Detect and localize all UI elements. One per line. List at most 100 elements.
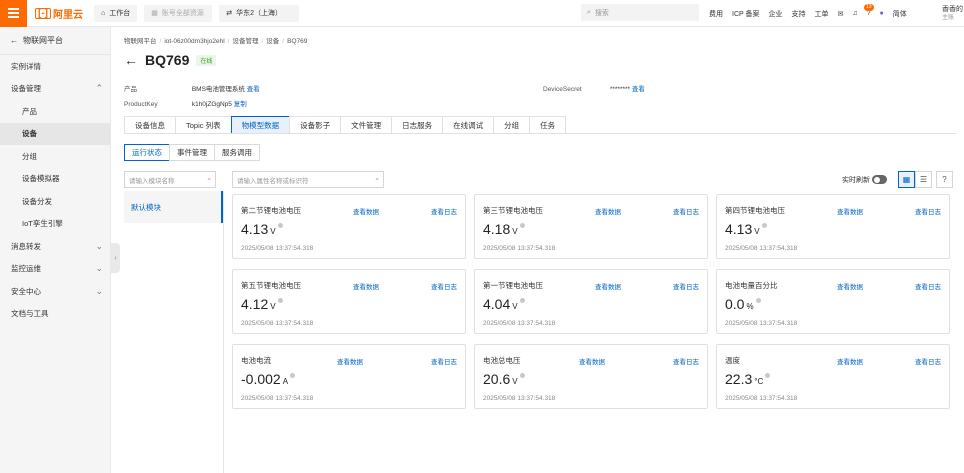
bell-icon[interactable]: ♫	[852, 10, 857, 17]
sidebar-collapse-handle[interactable]: ‹	[111, 243, 120, 273]
property-value: 4.12	[241, 296, 269, 312]
list-view-icon[interactable]: ☰	[915, 171, 932, 188]
sidebar-item[interactable]: 设备	[0, 122, 110, 145]
view-data-link[interactable]: 查看数据	[353, 281, 379, 291]
sidebar-item[interactable]: 设备分发	[0, 190, 110, 213]
subtab-item[interactable]: 服务调用	[214, 144, 260, 161]
sidebar-item[interactable]: 消息转发 ⌄	[0, 235, 110, 258]
view-log-link[interactable]: 查看日志	[673, 356, 699, 366]
tab-item[interactable]: 文件管理	[340, 116, 393, 133]
ticket-link[interactable]: 工单	[815, 9, 829, 19]
sidebar-back[interactable]: ← 物联网平台	[0, 27, 110, 55]
info-icon[interactable]	[519, 373, 525, 378]
info-icon[interactable]	[755, 298, 761, 303]
module-item-default[interactable]: 默认模块	[124, 191, 223, 223]
user-menu[interactable]: 香香的 主账	[942, 5, 963, 23]
secret-view-link[interactable]: 查看	[632, 86, 645, 93]
subtab-item[interactable]: 事件管理	[169, 144, 215, 161]
info-icon[interactable]	[519, 298, 525, 303]
breadcrumb-item[interactable]: 设备	[266, 38, 279, 45]
view-log-link[interactable]: 查看日志	[431, 281, 457, 291]
property-name: 电池电流	[241, 356, 271, 365]
message-icon[interactable]: ✉	[838, 10, 844, 18]
region-selector[interactable]: ⇄ 华东2（上海）	[219, 4, 300, 22]
module-item-label: 默认模块	[131, 202, 161, 212]
sidebar-item[interactable]: 设备管理 ⌃	[0, 78, 110, 101]
resources-selector[interactable]: ▦ 账号全部资源	[144, 4, 213, 22]
view-log-link[interactable]: 查看日志	[915, 206, 941, 216]
view-log-link[interactable]: 查看日志	[431, 206, 457, 216]
subtab-item[interactable]: 运行状态	[124, 144, 170, 161]
sidebar-item-label: 监控运维	[11, 264, 41, 274]
tab-item[interactable]: 设备影子	[289, 116, 342, 133]
sidebar-item[interactable]: IoT孪生引擎	[0, 213, 110, 236]
aliyun-logo[interactable]: [-] 阿里云	[35, 6, 87, 21]
tab-item[interactable]: 物模型数据	[230, 116, 291, 133]
sidebar-item[interactable]: 实例详情	[0, 55, 110, 78]
chevron-down-icon: ⌄	[95, 240, 103, 251]
view-data-link[interactable]: 查看数据	[595, 206, 621, 216]
view-data-link[interactable]: 查看数据	[353, 206, 379, 216]
tab-item[interactable]: Topic 列表	[175, 116, 232, 133]
property-name: 第一节锂电池电压	[483, 281, 543, 290]
home-icon: ⌂	[101, 9, 106, 17]
info-icon[interactable]	[277, 223, 283, 228]
enterprise-link[interactable]: 企业	[769, 9, 783, 19]
breadcrumb-item[interactable]: iot-06z00dm3hjo2ehl	[164, 38, 224, 45]
global-search[interactable]: ⌕ 搜索	[581, 4, 699, 21]
property-name: 第四节锂电池电压	[725, 206, 785, 215]
icp-link[interactable]: ICP 备案	[732, 9, 760, 19]
view-data-link[interactable]: 查看数据	[337, 356, 363, 366]
product-view-link[interactable]: 查看	[247, 86, 260, 93]
sidebar-item[interactable]: 文档与工具	[0, 303, 110, 326]
view-data-link[interactable]: 查看数据	[837, 356, 863, 366]
view-log-link[interactable]: 查看日志	[915, 281, 941, 291]
sidebar-item[interactable]: 监控运维 ⌄	[0, 258, 110, 281]
tab-item[interactable]: 任务	[529, 116, 567, 133]
sidebar-item[interactable]: 分组	[0, 145, 110, 168]
view-log-link[interactable]: 查看日志	[431, 356, 457, 366]
support-link[interactable]: 支持	[792, 9, 806, 19]
assistant-icon[interactable]: ●	[880, 10, 884, 17]
help-icon[interactable]: ?	[936, 171, 953, 188]
property-search-input[interactable]: 请输入属性名称或标识符 ⌕	[232, 171, 384, 188]
language-switch[interactable]: 简体	[893, 9, 907, 19]
workbench-button[interactable]: ⌂ 工作台	[94, 4, 138, 22]
property-value: 4.13	[241, 221, 269, 237]
breadcrumb-item[interactable]: 设备管理	[232, 38, 258, 45]
sidebar-item-label: IoT孪生引擎	[22, 219, 63, 229]
view-data-link[interactable]: 查看数据	[837, 281, 863, 291]
back-arrow-icon[interactable]: ←	[124, 52, 138, 68]
info-icon[interactable]	[765, 373, 771, 378]
sidebar-item[interactable]: 设备模拟器	[0, 168, 110, 191]
resource-icon: ▦	[151, 10, 158, 17]
view-data-link[interactable]: 查看数据	[579, 356, 605, 366]
tab-item[interactable]: 在线调试	[442, 116, 495, 133]
sidebar-item-label: 安全中心	[11, 286, 41, 296]
info-icon[interactable]	[519, 223, 525, 228]
view-data-link[interactable]: 查看数据	[595, 281, 621, 291]
help-icon[interactable]: ?	[867, 10, 871, 17]
info-icon[interactable]	[277, 298, 283, 303]
copy-link[interactable]: 复制	[234, 101, 247, 108]
property-card: 第二节锂电池电压 查看数据 查看日志 4.13 V 2025/05/08 13:37:54…	[232, 194, 466, 259]
module-search-input[interactable]: 请输入模块名称 ⌕	[124, 171, 216, 188]
breadcrumb-item[interactable]: 物联网平台	[124, 38, 157, 45]
view-log-link[interactable]: 查看日志	[673, 206, 699, 216]
tab-item[interactable]: 日志服务	[391, 116, 444, 133]
info-icon[interactable]	[761, 223, 767, 228]
view-data-link[interactable]: 查看数据	[837, 206, 863, 216]
sidebar-item[interactable]: 产品	[0, 100, 110, 123]
tab-item[interactable]: 设备信息	[124, 116, 176, 133]
realtime-refresh-toggle[interactable]	[872, 175, 887, 184]
tab-item[interactable]: 分组	[493, 116, 531, 133]
property-value: 4.13	[725, 221, 753, 237]
grid-view-icon[interactable]: ▦	[898, 171, 915, 188]
info-icon[interactable]	[290, 373, 296, 378]
view-log-link[interactable]: 查看日志	[673, 281, 699, 291]
view-log-link[interactable]: 查看日志	[915, 356, 941, 366]
billing-link[interactable]: 费用	[709, 9, 723, 19]
menu-icon[interactable]	[0, 0, 27, 27]
sidebar-item[interactable]: 安全中心 ⌄	[0, 280, 110, 303]
property-card: 第三节锂电池电压 查看数据 查看日志 4.18 V 2025/05/08 13:37:54…	[474, 194, 708, 259]
